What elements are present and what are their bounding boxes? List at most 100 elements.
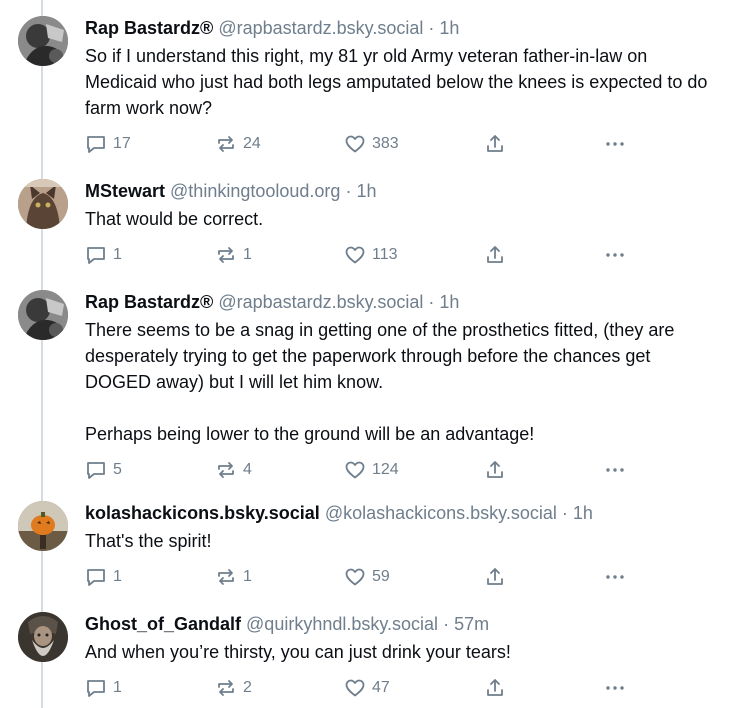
timestamp[interactable]: 1h: [356, 181, 376, 201]
heart-icon: [345, 135, 365, 153]
like-count: 59: [372, 568, 390, 585]
more-ellipsis-icon: [606, 142, 624, 146]
like-button[interactable]: 47: [344, 677, 390, 699]
share-button[interactable]: [484, 244, 506, 266]
post-text: There seems to be a snag in getting one …: [85, 317, 720, 447]
more-options-button[interactable]: [604, 459, 626, 481]
repost-count: 1: [243, 246, 252, 263]
share-button[interactable]: [484, 677, 506, 699]
thread-line: [41, 0, 43, 708]
post-paragraph: There seems to be a snag in getting one …: [85, 320, 675, 392]
post-text: And when you’re thirsty, you can just dr…: [85, 639, 720, 665]
repost-button[interactable]: 1: [215, 244, 252, 266]
like-count: 124: [372, 461, 399, 478]
more-ellipsis-icon: [606, 575, 624, 579]
like-button[interactable]: 113: [344, 244, 398, 266]
reply-button[interactable]: 1: [85, 566, 122, 588]
share-button[interactable]: [484, 459, 506, 481]
post-text: That would be correct.: [85, 206, 720, 232]
separator: ·: [443, 614, 450, 634]
post-actions: 17 24 383: [85, 133, 720, 157]
author-handle[interactable]: @kolashackicons.bsky.social: [325, 503, 557, 523]
like-count: 113: [372, 246, 398, 263]
like-count: 47: [372, 679, 390, 696]
more-ellipsis-icon: [606, 253, 624, 257]
repost-arrows-icon: [218, 569, 234, 585]
reply-count: 1: [113, 246, 122, 263]
post-content: Ghost_of_Gandalf @quirkyhndl.bsky.social…: [85, 612, 720, 701]
author-name[interactable]: Rap Bastardz®: [85, 18, 213, 38]
more-options-button[interactable]: [604, 566, 626, 588]
author-handle[interactable]: @quirkyhndl.bsky.social: [246, 614, 438, 634]
post-content: Rap Bastardz® @rapbastardz.bsky.social ·…: [85, 16, 720, 157]
author-handle[interactable]: @rapbastardz.bsky.social: [218, 18, 423, 38]
post-header: Ghost_of_Gandalf @quirkyhndl.bsky.social…: [85, 612, 720, 636]
post-paragraph: Perhaps being lower to the ground will b…: [85, 424, 535, 444]
like-button[interactable]: 124: [344, 459, 399, 481]
timestamp[interactable]: 57m: [454, 614, 489, 634]
share-upload-icon: [487, 679, 503, 696]
timestamp[interactable]: 1h: [573, 503, 593, 523]
like-button[interactable]: 59: [344, 566, 390, 588]
post-paragraph: So if I understand this right, my 81 yr …: [85, 46, 708, 118]
author-name[interactable]: Ghost_of_Gandalf: [85, 614, 241, 634]
repost-count: 4: [243, 461, 252, 478]
speech-bubble-icon: [87, 462, 105, 479]
speech-bubble-icon: [87, 569, 105, 586]
author-name[interactable]: Rap Bastardz®: [85, 292, 213, 312]
avatar[interactable]: [18, 501, 68, 551]
share-upload-icon: [487, 246, 503, 263]
repost-button[interactable]: 2: [215, 677, 252, 699]
post-header: MStewart @thinkingtooloud.org · 1h: [85, 179, 720, 203]
share-button[interactable]: [484, 566, 506, 588]
reply-button[interactable]: 17: [85, 133, 131, 155]
separator: ·: [428, 18, 435, 38]
separator: ·: [561, 503, 568, 523]
reply-count: 5: [113, 461, 122, 478]
author-handle[interactable]: @thinkingtooloud.org: [170, 181, 340, 201]
post-actions: 1 1 113: [85, 244, 720, 268]
post-text: So if I understand this right, my 81 yr …: [85, 43, 720, 121]
repost-button[interactable]: 4: [215, 459, 252, 481]
repost-button[interactable]: 1: [215, 566, 252, 588]
separator: ·: [345, 181, 352, 201]
more-options-button[interactable]: [604, 244, 626, 266]
heart-icon: [345, 568, 365, 586]
repost-count: 24: [243, 135, 261, 152]
more-ellipsis-icon: [606, 468, 624, 472]
post-actions: 5 4 124: [85, 459, 720, 483]
avatar[interactable]: [18, 612, 68, 662]
more-options-button[interactable]: [604, 133, 626, 155]
timestamp[interactable]: 1h: [439, 18, 459, 38]
post-paragraph: That's the spirit!: [85, 531, 212, 551]
post-content: Rap Bastardz® @rapbastardz.bsky.social ·…: [85, 290, 720, 483]
post-actions: 1 2 47: [85, 677, 720, 701]
author-handle[interactable]: @rapbastardz.bsky.social: [218, 292, 423, 312]
reply-button[interactable]: 1: [85, 677, 122, 699]
separator: ·: [428, 292, 435, 312]
reply-count: 17: [113, 135, 131, 152]
post-content: kolashackicons.bsky.social @kolashackico…: [85, 501, 720, 590]
share-button[interactable]: [484, 133, 506, 155]
avatar[interactable]: [18, 290, 68, 340]
reply-button[interactable]: 1: [85, 244, 122, 266]
author-name[interactable]: kolashackicons.bsky.social: [85, 503, 320, 523]
post-actions: 1 1 59: [85, 566, 720, 590]
author-name[interactable]: MStewart: [85, 181, 165, 201]
avatar[interactable]: [18, 16, 68, 66]
like-button[interactable]: 383: [344, 133, 399, 155]
share-upload-icon: [487, 568, 503, 585]
more-options-button[interactable]: [604, 677, 626, 699]
like-count: 383: [372, 135, 399, 152]
post-header: kolashackicons.bsky.social @kolashackico…: [85, 501, 720, 525]
timestamp[interactable]: 1h: [439, 292, 459, 312]
speech-bubble-icon: [87, 247, 105, 264]
post-paragraph: That would be correct.: [85, 209, 264, 229]
reply-count: 1: [113, 679, 122, 696]
heart-icon: [345, 246, 365, 264]
post-header: Rap Bastardz® @rapbastardz.bsky.social ·…: [85, 16, 720, 40]
avatar[interactable]: [18, 179, 68, 229]
post-text: That's the spirit!: [85, 528, 720, 554]
repost-button[interactable]: 24: [215, 133, 261, 155]
reply-button[interactable]: 5: [85, 459, 122, 481]
